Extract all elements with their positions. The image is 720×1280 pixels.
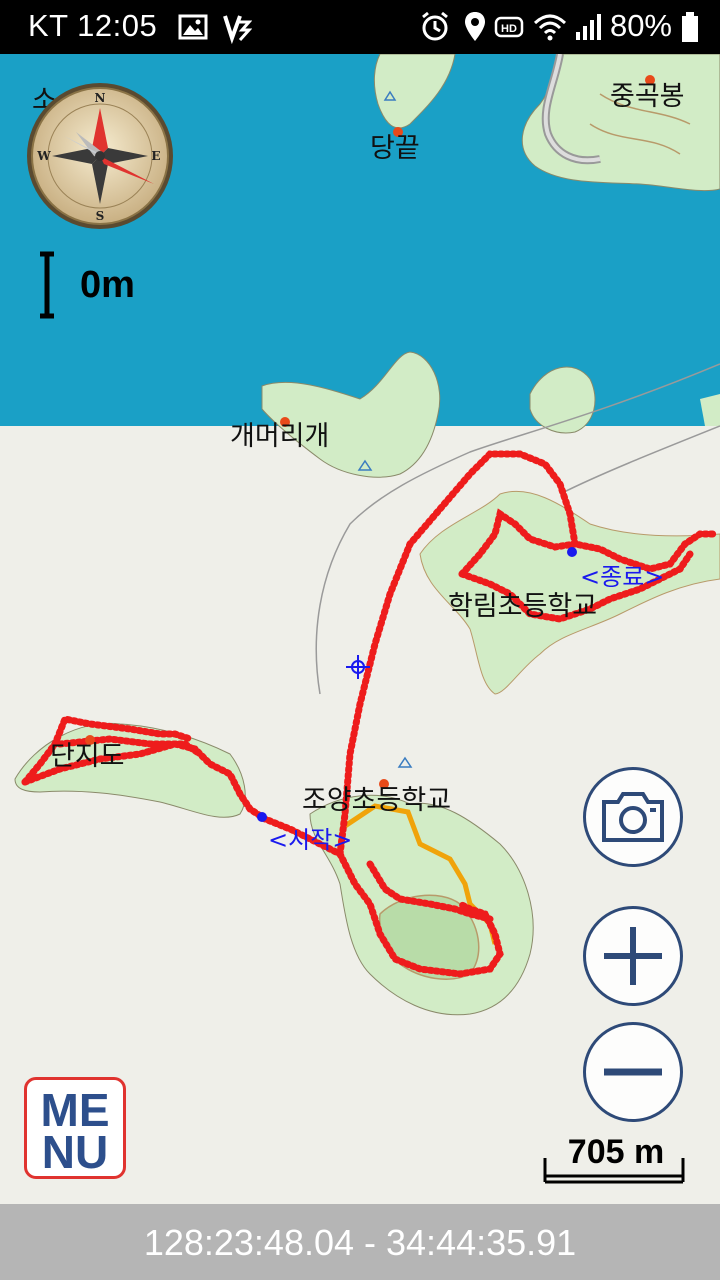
alarm-icon: [422, 11, 448, 41]
end-waypoint-dot: [567, 547, 577, 557]
place-label-hakrim-school: 학림초등학교: [448, 591, 598, 622]
signal-icon: [576, 14, 601, 40]
hd-icon: HD: [494, 16, 524, 38]
camera-icon: [602, 792, 664, 842]
battery-icon: [682, 12, 698, 42]
compass-icon[interactable]: N S E W: [24, 80, 176, 232]
waypoint-start-label[interactable]: <시작>: [268, 820, 352, 855]
place-label-joyang-school: 조양초등학교: [302, 785, 452, 816]
waypoint-end-label[interactable]: <종료>: [580, 557, 664, 592]
place-label-dangkkeut: 당끝: [370, 133, 420, 164]
plus-icon: [604, 927, 662, 985]
svg-text:S: S: [96, 209, 105, 223]
scale-label: 705 m: [567, 1133, 665, 1171]
zoom-out-button[interactable]: [583, 1022, 683, 1122]
zoom-in-button[interactable]: [583, 906, 683, 1006]
v3-app-icon: [223, 15, 252, 44]
minus-icon: [604, 1068, 662, 1076]
place-label-junggokbong: 중곡봉: [610, 81, 685, 112]
distance-label: 0m: [80, 264, 135, 306]
coordinates-text: 128:23:48.04 - 34:44:35.91: [143, 1222, 577, 1263]
battery-percent: 80%: [609, 8, 672, 43]
svg-text:E: E: [151, 149, 160, 163]
place-label-gaemeorigae: 개머리개: [230, 421, 330, 452]
coordinate-bar: 128:23:48.04 - 34:44:35.91: [0, 1204, 720, 1280]
menu-label-bottom: NU: [41, 1126, 109, 1178]
wifi-icon: [533, 14, 567, 41]
camera-button[interactable]: [583, 767, 683, 867]
location-icon: [465, 12, 485, 41]
place-label-danjido: 단지도: [50, 741, 125, 772]
start-waypoint-dot: [257, 812, 267, 822]
gallery-icon: [178, 14, 208, 40]
status-bar: KT 12:05 HD 80%: [0, 0, 720, 54]
svg-text:HD: HD: [501, 23, 517, 35]
svg-text:W: W: [36, 149, 51, 163]
carrier-time: KT 12:05: [28, 8, 158, 43]
svg-text:N: N: [95, 91, 106, 105]
menu-button[interactable]: ME NU: [24, 1077, 126, 1179]
